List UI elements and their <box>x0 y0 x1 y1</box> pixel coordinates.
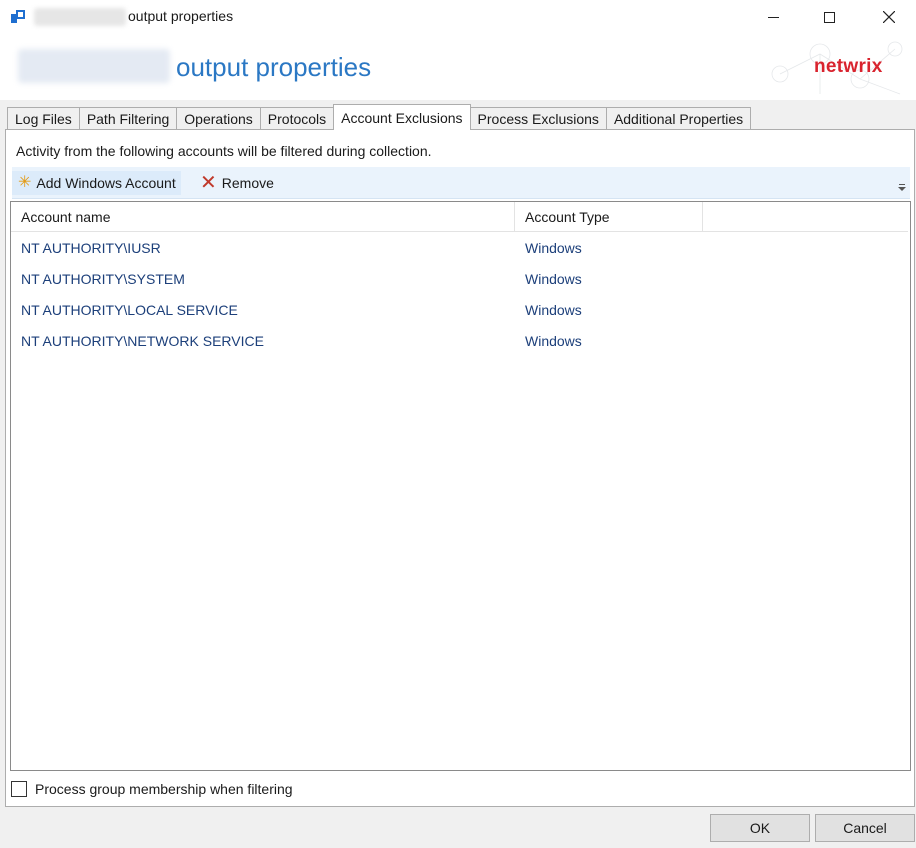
process-group-membership-option[interactable]: Process group membership when filtering <box>11 779 293 799</box>
add-windows-account-label: Add Windows Account <box>36 175 176 191</box>
cell-account-type: Windows <box>525 333 582 349</box>
cell-account-type: Windows <box>525 240 582 256</box>
cell-account-name: NT AUTHORITY\LOCAL SERVICE <box>21 302 238 318</box>
table-row[interactable]: NT AUTHORITY\IUSR Windows <box>11 233 908 264</box>
tab-bar: Log Files Path Filtering Operations Prot… <box>7 104 752 130</box>
close-button[interactable] <box>866 0 912 34</box>
add-windows-account-button[interactable]: ✳ Add Windows Account <box>12 171 181 195</box>
cell-account-name: NT AUTHORITY\IUSR <box>21 240 161 256</box>
tab-account-exclusions[interactable]: Account Exclusions <box>333 104 471 130</box>
process-group-membership-checkbox[interactable] <box>11 781 27 797</box>
toolbar: ✳ Add Windows Account ✕ Remove <box>12 167 910 199</box>
accounts-grid[interactable]: Account name Account Type NT AUTHORITY\I… <box>10 201 911 771</box>
add-star-icon: ✳ <box>18 174 32 191</box>
remove-x-icon: ✕ <box>200 172 217 194</box>
panel-description: Activity from the following accounts wil… <box>16 143 432 159</box>
close-icon <box>883 11 895 23</box>
title-bar: output properties <box>0 0 916 34</box>
header-title: output properties <box>176 52 372 82</box>
minimize-button[interactable] <box>750 0 796 34</box>
grid-header: Account name Account Type <box>11 202 908 232</box>
cell-account-name: NT AUTHORITY\NETWORK SERVICE <box>21 333 264 349</box>
toolbar-overflow-icon[interactable] <box>898 184 906 192</box>
column-header-account-name[interactable]: Account name <box>11 202 515 232</box>
dialog-header: output properties netwrix <box>0 34 916 100</box>
tab-path-filtering[interactable]: Path Filtering <box>78 107 178 130</box>
redacted-header-prefix <box>18 49 170 83</box>
brand-logo: netwrix <box>814 56 883 77</box>
maximize-icon <box>823 11 835 23</box>
table-row[interactable]: NT AUTHORITY\LOCAL SERVICE Windows <box>11 295 908 326</box>
maximize-button[interactable] <box>806 0 852 34</box>
app-icon <box>11 10 25 23</box>
remove-label: Remove <box>221 175 274 191</box>
cell-account-type: Windows <box>525 302 582 318</box>
remove-button[interactable]: ✕ Remove <box>200 171 274 195</box>
redacted-title-prefix <box>34 8 126 26</box>
tab-process-exclusions[interactable]: Process Exclusions <box>469 107 607 130</box>
cell-account-type: Windows <box>525 271 582 287</box>
cancel-button[interactable]: Cancel <box>815 814 915 842</box>
table-row[interactable]: NT AUTHORITY\SYSTEM Windows <box>11 264 908 295</box>
tab-log-files[interactable]: Log Files <box>7 107 80 130</box>
table-row[interactable]: NT AUTHORITY\NETWORK SERVICE Windows <box>11 326 908 357</box>
window-title: output properties <box>128 8 234 24</box>
cell-account-name: NT AUTHORITY\SYSTEM <box>21 271 185 287</box>
account-exclusions-panel: Activity from the following accounts wil… <box>5 129 915 807</box>
column-header-account-type[interactable]: Account Type <box>515 202 703 232</box>
minimize-icon <box>767 16 779 18</box>
tab-operations[interactable]: Operations <box>176 107 261 130</box>
tab-protocols[interactable]: Protocols <box>259 107 335 130</box>
tab-additional-properties[interactable]: Additional Properties <box>605 107 752 130</box>
ok-button[interactable]: OK <box>710 814 810 842</box>
process-group-membership-label: Process group membership when filtering <box>35 781 293 797</box>
